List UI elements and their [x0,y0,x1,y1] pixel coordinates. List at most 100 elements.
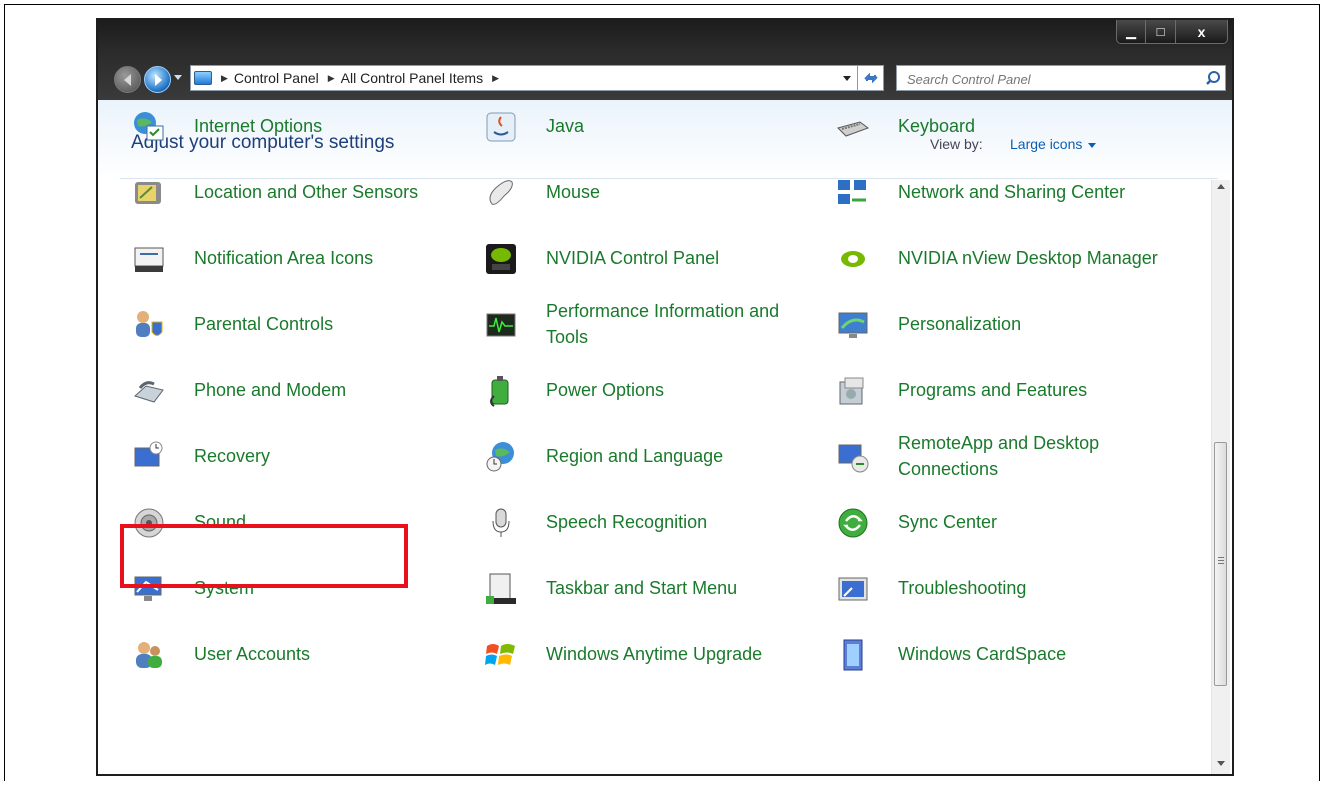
cp-item-label[interactable]: Windows CardSpace [898,624,1158,684]
scroll-thumb[interactable] [1214,442,1227,686]
power-options-icon[interactable] [484,374,518,408]
back-button[interactable] [114,66,141,93]
mouse-icon[interactable] [484,176,518,210]
cp-item-label[interactable]: Power Options [546,360,806,420]
microphone-icon[interactable] [484,506,518,540]
region-language-icon[interactable] [484,440,518,474]
cp-item-parental-controls[interactable]: Parental Controls [132,294,462,354]
cp-item-remoteapp-and-desktop-connections[interactable]: RemoteApp and Desktop Connections [836,426,1166,486]
cp-item-label[interactable]: Internet Options [194,96,454,156]
search-input[interactable] [905,67,1189,91]
remoteapp-icon[interactable] [836,440,870,474]
cp-item-label[interactable]: Java [546,96,806,156]
windows-flag-icon[interactable] [484,638,518,672]
refresh-button[interactable] [858,65,884,91]
notification-area-icon[interactable] [132,242,166,276]
cp-item-region-and-language[interactable]: Region and Language [484,426,814,486]
cp-item-nvidia-nview-desktop-manager[interactable]: NVIDIA nView Desktop Manager [836,228,1166,288]
cp-item-label[interactable]: Mouse [546,162,806,222]
breadcrumb-control-panel[interactable]: Control Panel [234,70,319,86]
breadcrumb-separator-icon[interactable]: ▶ [328,73,335,84]
cp-item-label[interactable]: Location and Other Sensors [194,162,454,222]
cp-item-notification-area-icons[interactable]: Notification Area Icons [132,228,462,288]
sync-icon[interactable] [836,506,870,540]
troubleshooting-icon[interactable] [836,572,870,606]
cp-item-personalization[interactable]: Personalization [836,294,1166,354]
keyboard-icon[interactable] [836,110,870,144]
cp-item-network-and-sharing-center[interactable]: Network and Sharing Center [836,162,1166,222]
cp-item-location-and-other-sensors[interactable]: Location and Other Sensors [132,162,462,222]
minimize-button[interactable]: ▁ [1116,20,1146,44]
cp-item-taskbar-and-start-menu[interactable]: Taskbar and Start Menu [484,558,814,618]
cp-item-label[interactable]: Sync Center [898,492,1158,552]
cp-item-troubleshooting[interactable]: Troubleshooting [836,558,1166,618]
nview-icon[interactable] [836,242,870,276]
cp-item-windows-cardspace[interactable]: Windows CardSpace [836,624,1166,684]
cp-item-phone-and-modem[interactable]: Phone and Modem [132,360,462,420]
breadcrumb-separator-icon[interactable]: ▶ [221,73,228,84]
close-button[interactable]: x [1176,20,1228,44]
cp-item-label[interactable]: Phone and Modem [194,360,454,420]
forward-button[interactable] [144,66,171,93]
parental-controls-icon[interactable] [132,308,166,342]
cp-item-power-options[interactable]: Power Options [484,360,814,420]
cp-item-label[interactable]: Speech Recognition [546,492,806,552]
cp-item-sync-center[interactable]: Sync Center [836,492,1166,552]
search-box [896,65,1226,91]
cp-item-label[interactable]: NVIDIA Control Panel [546,228,806,288]
cp-item-programs-and-features[interactable]: Programs and Features [836,360,1166,420]
phone-modem-icon[interactable] [132,374,166,408]
cp-item-java[interactable]: Java [484,96,814,156]
cp-item-performance-information-and-tools[interactable]: Performance Information and Tools [484,294,814,354]
search-icon[interactable] [1205,70,1221,86]
cp-item-windows-anytime-upgrade[interactable]: Windows Anytime Upgrade [484,624,814,684]
location-sensors-icon[interactable] [132,176,166,210]
cp-item-recovery[interactable]: Recovery [132,426,462,486]
programs-features-icon[interactable] [836,374,870,408]
cp-item-label[interactable]: Troubleshooting [898,558,1158,618]
cp-item-label[interactable]: Network and Sharing Center [898,162,1158,222]
window-controls: ▁ □ x [1116,20,1228,44]
cp-item-label[interactable]: Region and Language [546,426,806,486]
personalization-icon[interactable] [836,308,870,342]
cp-item-mouse[interactable]: Mouse [484,162,814,222]
scroll-down-arrow-icon[interactable] [1217,761,1225,766]
cp-item-label[interactable]: RemoteApp and Desktop Connections [898,426,1158,486]
control-panel-icon [194,71,212,85]
user-accounts-icon[interactable] [132,638,166,672]
cp-item-label[interactable]: Personalization [898,294,1158,354]
cp-item-keyboard[interactable]: Keyboard [836,96,1166,156]
performance-icon[interactable] [484,308,518,342]
scroll-grip-icon [1218,557,1224,565]
cp-item-user-accounts[interactable]: User Accounts [132,624,462,684]
recovery-icon[interactable] [132,440,166,474]
address-bar[interactable]: ▶ Control Panel ▶ All Control Panel Item… [190,65,858,91]
minimize-icon: ▁ [1126,23,1136,39]
internet-options-icon[interactable] [132,110,166,144]
cp-item-speech-recognition[interactable]: Speech Recognition [484,492,814,552]
java-icon[interactable] [484,110,518,144]
address-dropdown-icon[interactable] [843,75,851,81]
vertical-scrollbar[interactable] [1211,180,1230,774]
cp-item-nvidia-control-panel[interactable]: NVIDIA Control Panel [484,228,814,288]
cp-item-label[interactable]: Keyboard [898,96,1158,156]
network-icon[interactable] [836,176,870,210]
cp-item-label[interactable]: Parental Controls [194,294,454,354]
cp-item-label[interactable]: Notification Area Icons [194,228,454,288]
cp-item-label[interactable]: NVIDIA nView Desktop Manager [898,228,1158,288]
cp-item-label[interactable]: Programs and Features [898,360,1158,420]
cp-item-label[interactable]: Recovery [194,426,454,486]
breadcrumb-separator-icon[interactable]: ▶ [492,73,499,84]
recent-pages-chevron-icon[interactable] [174,75,182,80]
taskbar-icon[interactable] [484,572,518,606]
cp-item-label[interactable]: User Accounts [194,624,454,684]
cp-item-label[interactable]: Windows Anytime Upgrade [546,624,806,684]
cp-item-internet-options[interactable]: Internet Options [132,96,462,156]
cp-item-label[interactable]: Performance Information and Tools [546,294,806,354]
cp-item-label[interactable]: Taskbar and Start Menu [546,558,806,618]
scroll-up-arrow-icon[interactable] [1217,184,1225,189]
maximize-button[interactable]: □ [1146,20,1176,44]
cardspace-icon[interactable] [836,638,870,672]
breadcrumb-all-items[interactable]: All Control Panel Items [341,70,483,86]
nvidia-icon[interactable] [484,242,518,276]
